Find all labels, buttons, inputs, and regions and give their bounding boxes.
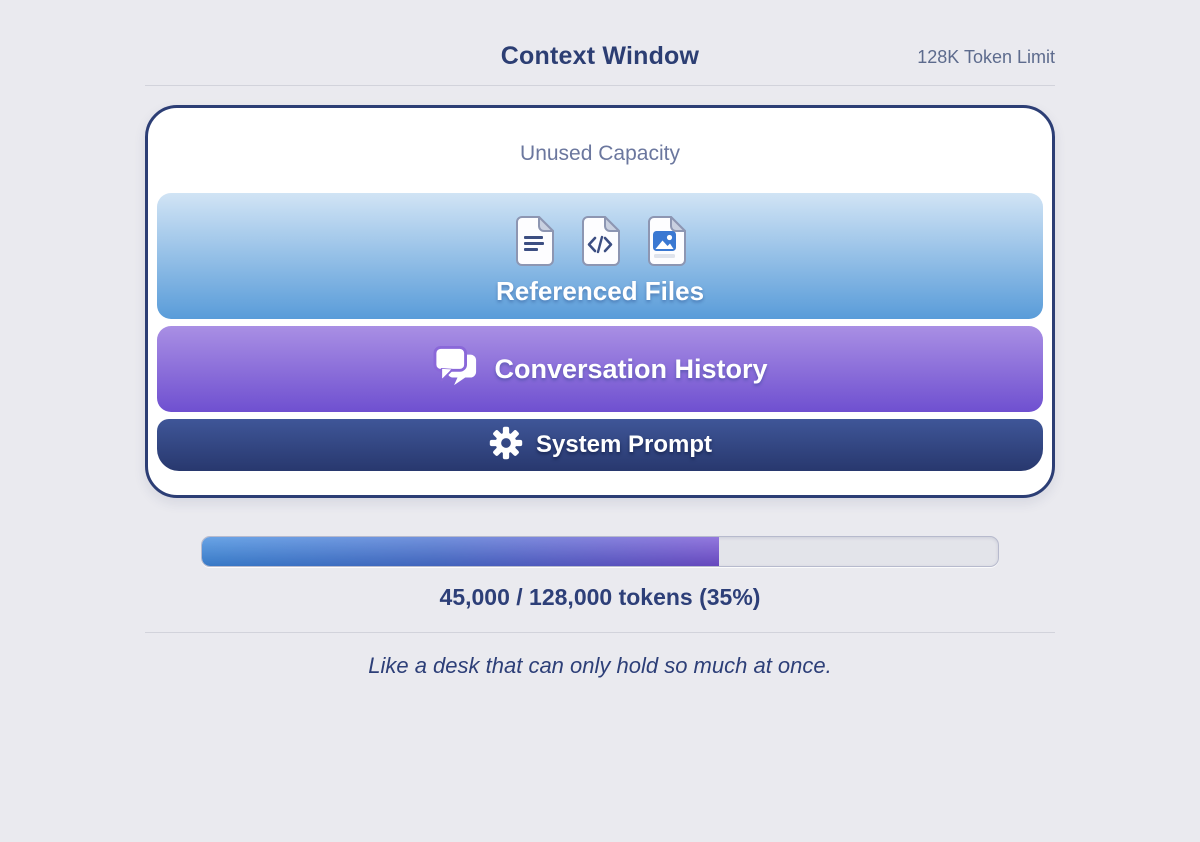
conversation-history-label: Conversation History xyxy=(494,354,767,385)
footer-divider xyxy=(145,632,1055,633)
conversation-history-layer: Conversation History xyxy=(157,326,1043,412)
header-divider xyxy=(145,85,1055,86)
file-icons-row xyxy=(514,216,686,271)
page-header: Context Window 128K Token Limit xyxy=(145,42,1055,74)
context-window-card: Unused Capacity xyxy=(145,105,1055,498)
unused-capacity-label: Unused Capacity xyxy=(157,142,1043,166)
gear-icon xyxy=(488,425,524,466)
progress-fill xyxy=(202,537,719,566)
token-usage-bar xyxy=(201,536,999,567)
token-limit-label: 128K Token Limit xyxy=(917,47,1055,68)
referenced-files-layer: Referenced Files xyxy=(157,193,1043,319)
document-file-icon xyxy=(514,216,554,271)
chat-bubbles-icon xyxy=(432,345,480,394)
usage-text: 45,000 / 128,000 tokens (35%) xyxy=(145,584,1055,611)
progress-track xyxy=(201,536,999,567)
system-prompt-layer: System Prompt xyxy=(157,419,1043,471)
content-column: Context Window 128K Token Limit Unused C… xyxy=(145,42,1055,679)
code-file-icon xyxy=(580,216,620,271)
system-prompt-label: System Prompt xyxy=(536,431,712,459)
caption-text: Like a desk that can only hold so much a… xyxy=(145,653,1055,679)
referenced-files-label: Referenced Files xyxy=(496,276,704,307)
image-file-icon xyxy=(646,216,686,271)
